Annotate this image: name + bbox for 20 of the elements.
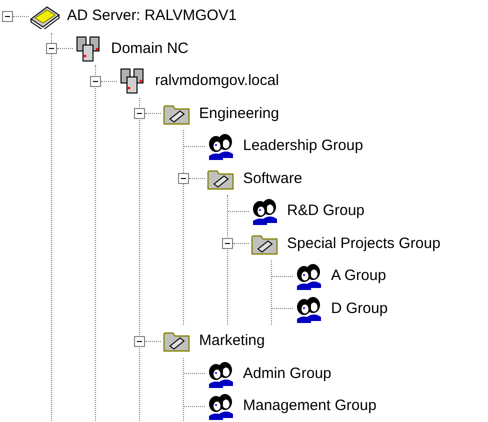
collapse-toggle[interactable] <box>178 173 189 184</box>
collapse-toggle[interactable] <box>222 238 233 250</box>
tree-item-label[interactable]: Management Group <box>243 395 376 418</box>
collapse-toggle[interactable] <box>90 76 101 87</box>
collapse-toggle[interactable] <box>134 108 145 120</box>
tree-item-label[interactable]: A Group <box>331 265 386 288</box>
tree-item-label[interactable]: Engineering <box>199 102 280 125</box>
tree-item-label[interactable]: Leadership Group <box>243 135 364 158</box>
collapse-toggle[interactable] <box>46 43 57 54</box>
tree-item-label[interactable]: D Group <box>331 298 388 320</box>
tree-item-label[interactable]: ralvmdomgov.local <box>155 70 279 92</box>
tree-item-label[interactable]: R&D Group <box>287 200 365 222</box>
tree-item-label[interactable]: Domain NC <box>111 38 189 60</box>
tree-item-label[interactable]: Special Projects Group <box>287 232 440 255</box>
tree-item-label[interactable]: Admin Group <box>243 362 332 385</box>
tree-item-label[interactable]: Software <box>243 168 302 190</box>
collapse-toggle[interactable] <box>134 336 145 347</box>
tree-item-label[interactable]: AD Server: RALVMGOV1 <box>67 5 237 28</box>
tree-item-label[interactable]: Marketing <box>199 330 265 352</box>
collapse-toggle[interactable] <box>2 10 13 22</box>
